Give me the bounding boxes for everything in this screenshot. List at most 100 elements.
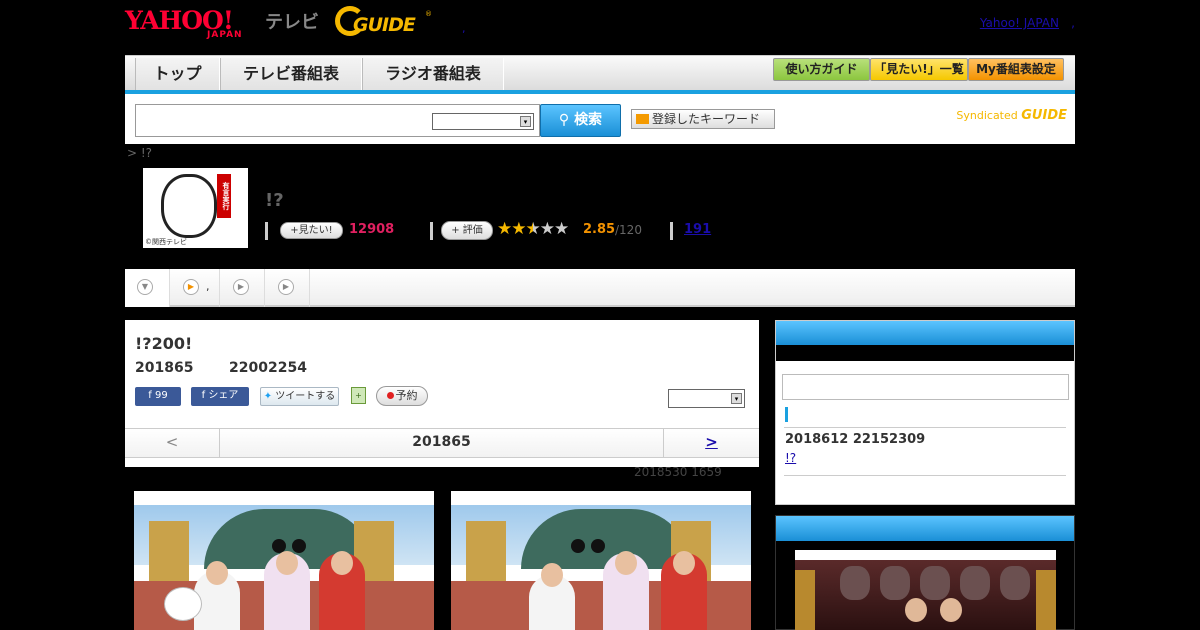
plus-icon: + (290, 225, 299, 236)
site-header: YAHOO! JAPAN テレビ GUIDE ® , Yahoo! JAPAN … (125, 0, 1075, 55)
nav-tab-tv-schedule[interactable]: テレビ番組表 (220, 58, 362, 91)
featured-image[interactable] (795, 550, 1056, 630)
breadcrumb[interactable]: > !? (127, 146, 152, 160)
calendar-icon[interactable]: + (351, 387, 366, 404)
star-icon: ★ (554, 219, 569, 239)
divider (784, 475, 1066, 476)
episode-title: !?200! (135, 334, 193, 353)
play-icon: ▶ (278, 279, 294, 295)
program-tabs: ▼ ▶ , ▶ ▶ (125, 269, 1075, 307)
mitai-list-button[interactable]: 「見たい!」一覧 (870, 58, 968, 81)
sidebar-program-link[interactable]: !? (785, 451, 796, 465)
program-title: !? (265, 190, 284, 211)
search-category-select[interactable]: ▾ (432, 113, 534, 130)
featured-host (905, 598, 927, 622)
photo-face (615, 551, 637, 575)
mitai-button-label: 見たい! (298, 225, 333, 236)
divider (784, 427, 1066, 428)
reserve-button[interactable]: 予約 (376, 386, 428, 406)
sidebar-header (776, 516, 1074, 541)
program-logo-face-icon (161, 174, 217, 238)
featured-mask (960, 566, 990, 600)
registered-keywords-button[interactable]: 登録したキーワード (631, 109, 775, 129)
review-count-link[interactable]: 191 (684, 222, 711, 237)
facebook-like-count: 99 (154, 390, 168, 401)
photo-face (541, 563, 563, 587)
yahoo-logo-sub: JAPAN (207, 30, 243, 40)
syndicated-logo-text: GUIDE (1021, 108, 1067, 123)
tab-reviews[interactable]: ▶ (265, 269, 310, 307)
header-link-dot[interactable]: , (462, 22, 466, 35)
stat-divider (430, 222, 433, 240)
stat-divider (265, 222, 268, 240)
facebook-icon: f (148, 390, 155, 401)
nav-tab-top[interactable]: トップ (135, 58, 220, 91)
search-button-label: 検索 (574, 112, 603, 128)
tweet-label: ツイートする (275, 391, 336, 402)
episode-pager: < 201865 > (125, 428, 759, 458)
featured-mask (1000, 566, 1030, 600)
yahoo-japan-link[interactable]: Yahoo! JAPAN (980, 16, 1059, 30)
episode-photo[interactable] (134, 491, 434, 630)
gguide-reg-mark: ® (425, 10, 432, 18)
program-logo-caption: ©関西テレビ (145, 238, 187, 246)
reserve-label: 予約 (395, 389, 418, 402)
star-icon: ★ (511, 219, 526, 239)
header-comma: , (1071, 16, 1075, 30)
rating-stars: ★★★★★ (497, 219, 569, 239)
play-icon: ▶ (183, 279, 199, 295)
facebook-like-button[interactable]: f 99 (135, 387, 181, 406)
rating-total: /120 (615, 223, 642, 237)
sidebar-subheader (776, 345, 1074, 361)
yahoo-japan-logo[interactable]: YAHOO! JAPAN (125, 6, 261, 40)
play-icon: ▶ (233, 279, 249, 295)
featured-mask (920, 566, 950, 600)
rating-button-label: 評価 (462, 225, 483, 236)
tab-episodes[interactable]: ▶ , (170, 269, 220, 307)
star-icon: ★ (497, 219, 512, 239)
tab-cast[interactable]: ▶ (220, 269, 265, 307)
twitter-icon: ✦ (263, 391, 276, 402)
gguide-logo[interactable]: GUIDE ® (335, 6, 435, 40)
syndicated-label: Syndicated (956, 109, 1018, 122)
episode-time: 22002254 (229, 360, 307, 376)
mouse-ears-icon (571, 539, 605, 553)
featured-mask (840, 566, 870, 600)
pager-next[interactable]: > (663, 429, 759, 457)
program-logo-label: 有言実行 (217, 174, 231, 218)
mitai-count: 12908 (349, 222, 395, 237)
sidebar-section-marker (785, 407, 788, 422)
sidebar-next-airdate: 2018612 22152309 (785, 432, 926, 447)
photo-face (331, 551, 353, 575)
program-logo: 有言実行 ©関西テレビ (143, 168, 248, 248)
tv-logo-label[interactable]: テレビ (265, 8, 319, 34)
pager-prev[interactable]: < (125, 429, 220, 457)
search-icon: ⚲ (558, 112, 575, 128)
guide-button[interactable]: 使い方ガイド (773, 58, 870, 81)
featured-decoration (1036, 570, 1056, 630)
tweet-button[interactable]: ✦ ツイートする (260, 387, 339, 406)
tab-episodes-label: , (206, 280, 210, 293)
episode-photo[interactable] (451, 491, 751, 630)
photo-face (673, 551, 695, 575)
rating-button[interactable]: + 評価 (441, 221, 493, 240)
featured-host (940, 598, 962, 622)
facebook-share-button[interactable]: f シェア (191, 387, 249, 406)
search-button[interactable]: ⚲ 検索 (540, 104, 621, 137)
mitai-button[interactable]: +見たい! (280, 222, 343, 239)
featured-mask (880, 566, 910, 600)
syndicated-gguide-logo: Syndicated GUIDE (956, 108, 1067, 123)
stat-divider (670, 222, 673, 240)
sidebar-search-input[interactable] (782, 374, 1069, 400)
facebook-share-label: シェア (208, 390, 239, 401)
nav-tab-radio-schedule[interactable]: ラジオ番組表 (362, 58, 504, 91)
search-area: ▾ ⚲ 検索 登録したキーワード Syndicated GUIDE (125, 94, 1075, 144)
episode-select[interactable]: ▾ (668, 389, 745, 408)
keyword-arrow-icon (636, 114, 649, 124)
record-dot-icon (386, 392, 394, 399)
my-schedule-button[interactable]: My番組表設定 (968, 58, 1064, 81)
pager-date: 201865 (412, 434, 471, 450)
tab-overview[interactable]: ▼ (125, 269, 170, 307)
half-star-icon: ★ (525, 219, 541, 239)
sidebar-featured (775, 515, 1075, 630)
